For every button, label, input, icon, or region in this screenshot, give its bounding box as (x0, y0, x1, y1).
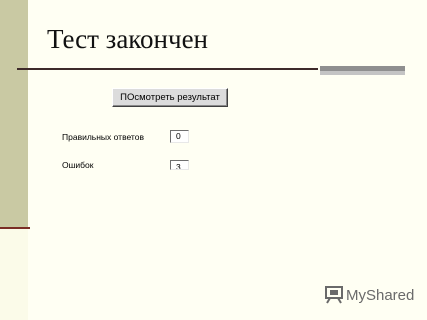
title-divider (17, 68, 318, 70)
errors-field[interactable]: 3 (170, 160, 189, 170)
errors-label: Ошибок (62, 160, 94, 170)
left-bar-lower (0, 229, 28, 320)
correct-answers-field[interactable]: 0 (170, 130, 189, 143)
show-result-button[interactable]: ПОсмотреть результат (112, 88, 228, 107)
myshared-watermark: MyShared (324, 286, 414, 304)
divider-block-light (320, 71, 405, 75)
slide-title: Тест закончен (47, 24, 209, 54)
left-decorative-bar (0, 0, 28, 228)
presentation-board-icon (324, 286, 344, 304)
correct-answers-label: Правильных ответов (62, 132, 144, 142)
watermark-text: MyShared (346, 286, 415, 304)
